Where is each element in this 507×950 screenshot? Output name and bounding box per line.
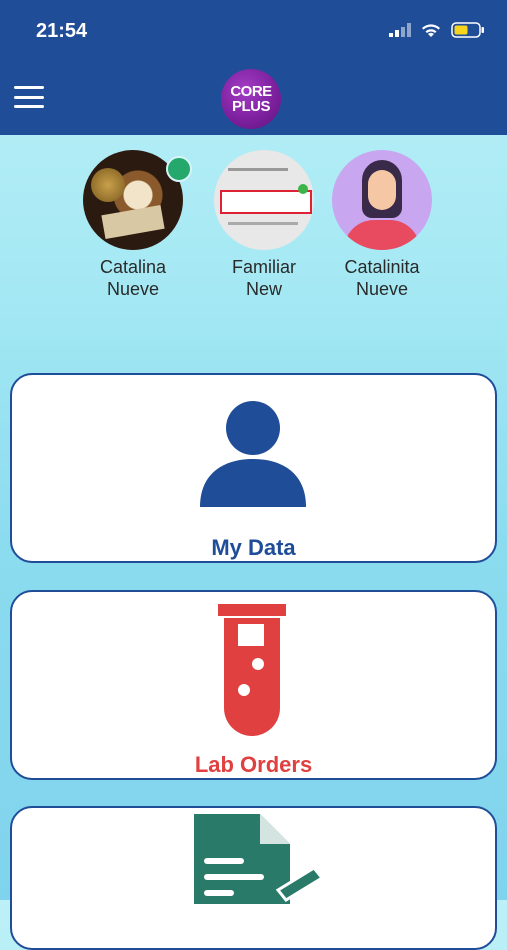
my-data-label: My Data bbox=[211, 535, 296, 560]
profile-familiar-new[interactable]: Familiar New bbox=[199, 150, 329, 300]
lab-orders-card[interactable]: Lab Orders bbox=[10, 590, 497, 780]
logo-text-bottom: PLUS bbox=[231, 98, 271, 115]
person-icon bbox=[200, 401, 306, 507]
battery-icon bbox=[451, 22, 484, 38]
document-edit-icon bbox=[194, 814, 324, 904]
profile-name: Familiar New bbox=[231, 257, 296, 299]
profile-name: Catalina Nueve bbox=[99, 257, 167, 299]
avatar-screenshot bbox=[214, 150, 314, 250]
signal-icon bbox=[389, 23, 411, 37]
profile-switcher: Catalina Nueve Familiar New Catalinita N… bbox=[0, 150, 507, 350]
my-data-card[interactable]: My Data bbox=[10, 373, 497, 563]
avatar-person-illustration bbox=[332, 150, 432, 250]
status-bar: 21:54 bbox=[0, 0, 507, 62]
wifi-icon bbox=[422, 23, 440, 37]
app-header: CORE PLUS bbox=[0, 62, 507, 135]
hamburger-menu-icon[interactable] bbox=[14, 86, 44, 108]
online-status-dot bbox=[166, 156, 192, 182]
lab-orders-label: Lab Orders bbox=[194, 752, 313, 777]
status-time: 21:54 bbox=[36, 20, 88, 42]
test-tube-icon bbox=[218, 604, 286, 736]
documents-card[interactable] bbox=[10, 806, 497, 950]
profile-catalina-nueve[interactable]: Catalina Nueve bbox=[68, 150, 198, 300]
logo-text-top: CORE bbox=[230, 83, 272, 100]
profile-name: Catalinita Nueve bbox=[344, 257, 420, 299]
profile-catalinita-nueve[interactable]: Catalinita Nueve bbox=[317, 150, 447, 300]
core-plus-logo: CORE PLUS bbox=[221, 69, 281, 129]
